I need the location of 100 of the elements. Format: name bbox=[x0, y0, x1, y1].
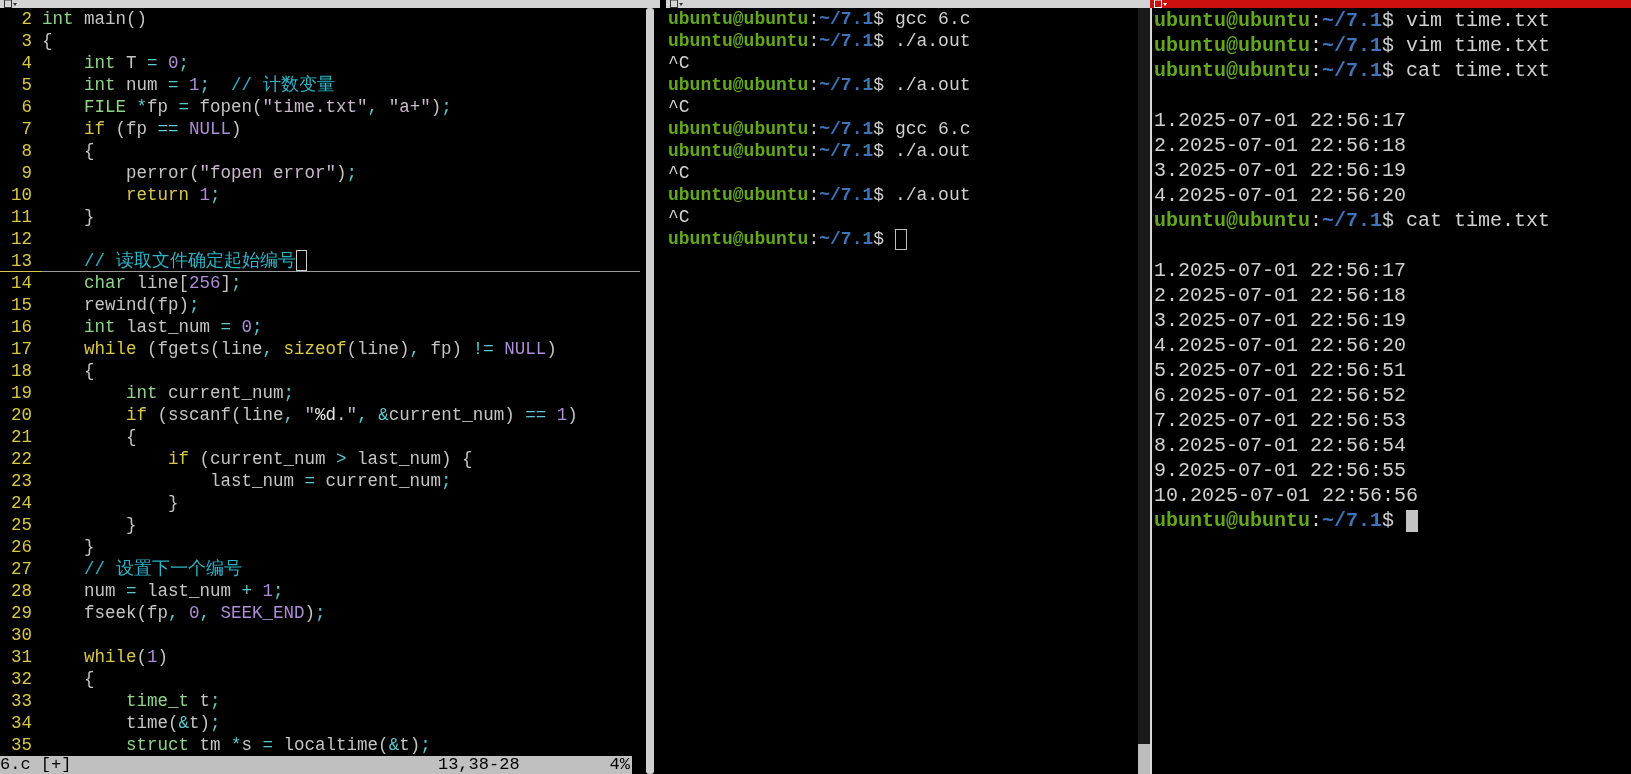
line-number: 21 bbox=[10, 426, 33, 448]
line-number: 29 bbox=[10, 602, 33, 624]
terminal-line: 1.2025-07-01 22:56:17 bbox=[1154, 258, 1407, 283]
code-line: { bbox=[83, 140, 95, 162]
terminal-line: 3.2025-07-01 22:56:19 bbox=[1154, 158, 1407, 183]
code-line: rewind(fp); bbox=[83, 294, 200, 316]
terminal-line: ubuntu@ubuntu:~/7.1$ bbox=[1154, 508, 1396, 533]
code-line: FILE *fp = fopen("time.txt", "a+"); bbox=[83, 96, 452, 118]
line-number: 5 bbox=[20, 74, 33, 96]
code-line: return 1; bbox=[125, 184, 221, 206]
terminal-line: ubuntu@ubuntu:~/7.1$ ./a.out bbox=[668, 184, 971, 206]
line-number: 11 bbox=[10, 206, 33, 228]
line-number: 7 bbox=[20, 118, 33, 140]
line-number: 31 bbox=[10, 646, 33, 668]
file-name: 6.c [+] bbox=[0, 756, 72, 774]
line-number: 4 bbox=[20, 52, 33, 74]
line-number: 27 bbox=[10, 558, 33, 580]
code-line: if (sscanf(line, "%d.", &current_num) == 1) bbox=[125, 404, 578, 426]
terminal-line: 8.2025-07-01 22:56:54 bbox=[1154, 433, 1407, 458]
terminal-line: ^C bbox=[668, 96, 690, 118]
terminal-line: ubuntu@ubuntu:~/7.1$ cat time.txt bbox=[1154, 208, 1551, 233]
line-number: 33 bbox=[10, 690, 33, 712]
window-menu-icon[interactable] bbox=[4, 0, 18, 8]
line-number: 23 bbox=[10, 470, 33, 492]
terminal-line: 1.2025-07-01 22:56:17 bbox=[1154, 108, 1407, 133]
scrollbar[interactable] bbox=[646, 8, 654, 774]
line-number: 8 bbox=[20, 140, 33, 162]
line-number: 22 bbox=[10, 448, 33, 470]
terminal-line: 2.2025-07-01 22:56:18 bbox=[1154, 133, 1407, 158]
terminal-line: ubuntu@ubuntu:~/7.1$ ./a.out bbox=[668, 140, 971, 162]
code-line: if (current_num > last_num) { bbox=[167, 448, 473, 470]
line-number: 19 bbox=[10, 382, 33, 404]
line-number: 16 bbox=[10, 316, 33, 338]
code-line: { bbox=[42, 30, 53, 52]
code-line: } bbox=[167, 492, 179, 514]
scroll-percent: 4% bbox=[609, 756, 630, 774]
code-line: // 读取文件确定起始编号 bbox=[83, 250, 296, 272]
line-number: 12 bbox=[10, 228, 33, 250]
line-number: 35 bbox=[10, 734, 33, 756]
terminal-line: ubuntu@ubuntu:~/7.1$ bbox=[668, 228, 886, 250]
line-number: 25 bbox=[10, 514, 33, 536]
terminal-line: 4.2025-07-01 22:56:20 bbox=[1154, 183, 1407, 208]
terminal-line: ubuntu@ubuntu:~/7.1$ vim time.txt bbox=[1154, 8, 1551, 33]
code-line: last_num = current_num; bbox=[209, 470, 452, 492]
terminal-line: ^C bbox=[668, 206, 690, 228]
code-line: fseek(fp, 0, SEEK_END); bbox=[83, 602, 326, 624]
terminal-line: 2.2025-07-01 22:56:18 bbox=[1154, 283, 1407, 308]
code-line: num = last_num + 1; bbox=[83, 580, 284, 602]
line-number: 34 bbox=[10, 712, 33, 734]
line-number: 15 bbox=[10, 294, 33, 316]
code-line: { bbox=[83, 360, 95, 382]
line-number: 20 bbox=[10, 404, 33, 426]
terminal-line: ubuntu@ubuntu:~/7.1$ ./a.out bbox=[668, 30, 971, 52]
terminal-line: ubuntu@ubuntu:~/7.1$ cat time.txt bbox=[1154, 58, 1551, 83]
code-line: } bbox=[83, 536, 95, 558]
code-line: while(1) bbox=[83, 646, 169, 668]
code-line: int last_num = 0; bbox=[83, 316, 263, 338]
terminal-line: 9.2025-07-01 22:56:55 bbox=[1154, 458, 1407, 483]
code-line: time(&t); bbox=[125, 712, 221, 734]
code-line: while (fgets(line, sizeof(line), fp) != NULL) bbox=[83, 338, 557, 360]
window-menu-icon[interactable] bbox=[1154, 0, 1168, 8]
line-number: 6 bbox=[20, 96, 33, 118]
line-number: 18 bbox=[10, 360, 33, 382]
code-line: } bbox=[125, 514, 137, 536]
terminal-line: 10.2025-07-01 22:56:56 bbox=[1154, 483, 1419, 508]
code-line: // 设置下一个编号 bbox=[83, 558, 242, 580]
line-number: 2 bbox=[20, 8, 33, 30]
terminal-line: ^C bbox=[668, 162, 690, 184]
code-line: int num = 1; // 计数变量 bbox=[83, 74, 335, 96]
terminal-line: 5.2025-07-01 22:56:51 bbox=[1154, 358, 1407, 383]
line-number: 10 bbox=[10, 184, 33, 206]
window-menu-icon[interactable] bbox=[670, 0, 684, 8]
terminal-line: ubuntu@ubuntu:~/7.1$ vim time.txt bbox=[1154, 33, 1551, 58]
line-number: 24 bbox=[10, 492, 33, 514]
scrollbar[interactable] bbox=[1138, 8, 1150, 774]
terminal-line: ^C bbox=[668, 52, 690, 74]
code-line: time_t t; bbox=[125, 690, 221, 712]
terminal-line: 7.2025-07-01 22:56:53 bbox=[1154, 408, 1407, 433]
code-line: { bbox=[83, 668, 95, 690]
line-number: 14 bbox=[10, 272, 33, 294]
line-number: 3 bbox=[20, 30, 33, 52]
terminal-line: ubuntu@ubuntu:~/7.1$ ./a.out bbox=[668, 74, 971, 96]
line-number: 30 bbox=[10, 624, 33, 646]
cursor-position: 13,38-28 bbox=[437, 756, 520, 774]
code-line: struct tm *s = localtime(&t); bbox=[125, 734, 431, 756]
code-line: int main() bbox=[42, 8, 148, 30]
code-line: if (fp == NULL) bbox=[83, 118, 242, 140]
line-number: 26 bbox=[10, 536, 33, 558]
terminal-line: ubuntu@ubuntu:~/7.1$ gcc 6.c bbox=[668, 118, 971, 140]
terminal-line: 4.2025-07-01 22:56:20 bbox=[1154, 333, 1407, 358]
code-line: int T = 0; bbox=[83, 52, 190, 74]
line-number: 13 bbox=[0, 250, 42, 272]
line-number: 9 bbox=[20, 162, 33, 184]
line-number: 28 bbox=[10, 580, 33, 602]
code-line: perror("fopen error"); bbox=[125, 162, 358, 184]
code-line: int current_num; bbox=[125, 382, 295, 404]
line-number: 17 bbox=[10, 338, 33, 360]
code-line: char line[256]; bbox=[83, 272, 242, 294]
terminal-line: ubuntu@ubuntu:~/7.1$ gcc 6.c bbox=[668, 8, 971, 30]
terminal-line: 6.2025-07-01 22:56:52 bbox=[1154, 383, 1407, 408]
